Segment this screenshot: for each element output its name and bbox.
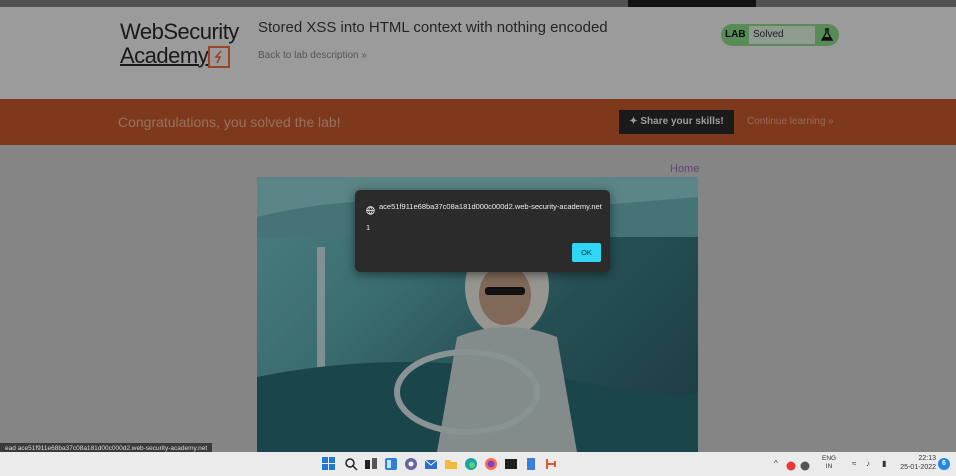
wifi-icon[interactable]: ≈ xyxy=(852,459,856,468)
chat-icon[interactable] xyxy=(404,457,418,471)
alert-message: 1 xyxy=(366,223,371,232)
widgets-icon[interactable] xyxy=(384,457,398,471)
language-indicator[interactable]: ENG IN xyxy=(822,455,836,471)
file-explorer-icon[interactable] xyxy=(444,457,458,471)
ok-button[interactable]: OK xyxy=(572,243,601,262)
mail-icon[interactable] xyxy=(424,457,438,471)
terminal-icon[interactable] xyxy=(504,457,518,471)
tray-app-icon[interactable] xyxy=(786,458,796,471)
notes-icon[interactable] xyxy=(524,457,538,471)
clock-time: 22:13 xyxy=(918,455,936,462)
alert-dialog: ace51f911e68ba37c08a181d000c000d2.web-se… xyxy=(355,190,610,272)
edge-icon[interactable] xyxy=(464,457,478,471)
language-code: ENG xyxy=(822,455,837,462)
volume-icon[interactable]: ♪ xyxy=(866,459,870,468)
status-bar-url: ead ace51f911e68ba37c08a181d00c000d2.web… xyxy=(0,443,213,452)
globe-icon xyxy=(366,202,375,220)
clock-date: 25-01-2022 xyxy=(900,464,936,471)
notification-badge[interactable]: 6 xyxy=(938,458,950,470)
language-region: IN xyxy=(825,463,833,470)
system-clock[interactable]: 22:13 25-01-2022 xyxy=(900,454,936,472)
windows-start-icon[interactable] xyxy=(322,457,336,471)
battery-icon[interactable]: ▮ xyxy=(882,459,886,468)
alert-origin: ace51f911e68ba37c08a181d000c000d2.web-se… xyxy=(379,202,602,211)
firefox-icon[interactable] xyxy=(484,457,498,471)
chevron-up-icon[interactable]: ^ xyxy=(774,459,778,468)
task-view-icon[interactable] xyxy=(364,457,378,471)
app-icon[interactable] xyxy=(544,457,558,471)
tray-cloud-icon[interactable] xyxy=(800,458,810,471)
windows-taskbar: ^ ENG IN ≈ ♪ ▮ 22:13 25-01-2022 6 xyxy=(0,452,956,476)
search-icon[interactable] xyxy=(344,457,358,471)
browser-page: WebSecurity Academy Stored XSS into HTML… xyxy=(0,0,956,452)
